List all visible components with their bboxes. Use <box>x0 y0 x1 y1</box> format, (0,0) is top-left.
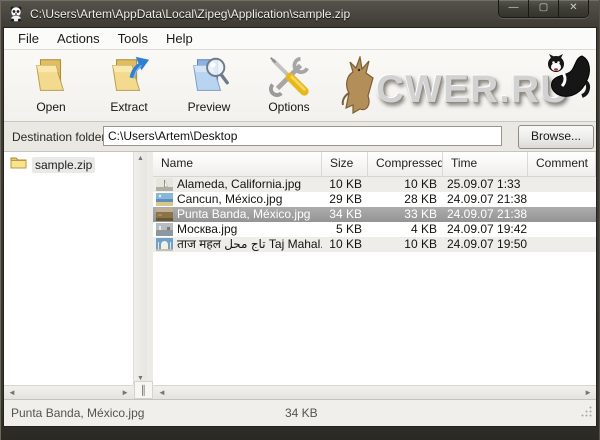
browse-button[interactable]: Browse... <box>518 125 594 149</box>
open-label: Open <box>12 100 90 114</box>
minimize-button[interactable]: — <box>499 0 529 17</box>
file-compressed: 10 KB <box>368 177 443 192</box>
alameda-thumbnail <box>156 178 173 191</box>
extract-folder-icon <box>106 53 152 99</box>
file-size: 5 KB <box>322 222 368 237</box>
client-area: File Actions Tools Help Open <box>4 28 596 426</box>
file-comment <box>528 237 596 252</box>
moskva-thumbnail <box>156 223 173 236</box>
column-header-name[interactable]: Name <box>153 152 322 176</box>
file-list: Name Size Compressed Time Comment <box>153 152 596 385</box>
column-header-time[interactable]: Time <box>443 152 528 176</box>
window-title: C:\Users\Artem\AppData\Local\Zipeg\Appli… <box>30 7 350 21</box>
column-header-comment[interactable]: Comment <box>528 152 596 176</box>
tree-vertical-scrollbar[interactable]: ▲ ▼ <box>133 152 147 385</box>
extract-button[interactable]: Extract <box>90 53 168 119</box>
table-row[interactable]: Москва.jpg 5 KB 4 KB 24.09.07 19:42 <box>153 222 596 237</box>
file-size: 34 KB <box>322 207 368 222</box>
file-size: 10 KB <box>322 177 368 192</box>
destination-bar: Destination folder: Browse... <box>4 122 596 152</box>
file-name: Alameda, California.jpg <box>177 177 301 192</box>
table-row[interactable]: Cancun, México.jpg 29 KB 28 KB 24.09.07 … <box>153 192 596 207</box>
punta-banda-thumbnail <box>156 208 173 221</box>
menu-help[interactable]: Help <box>157 28 202 49</box>
preview-folder-icon <box>186 53 232 99</box>
file-name: Cancun, México.jpg <box>177 192 282 207</box>
title-bar[interactable]: C:\Users\Artem\AppData\Local\Zipeg\Appli… <box>0 0 600 28</box>
file-compressed: 10 KB <box>368 237 443 252</box>
scroll-left-icon[interactable]: ◄ <box>8 386 16 399</box>
file-name: Москва.jpg <box>177 222 237 237</box>
column-header-size[interactable]: Size <box>322 152 368 176</box>
file-comment <box>528 207 596 222</box>
preview-button[interactable]: Preview <box>170 53 248 119</box>
table-row[interactable]: ताज महल تاج محل Taj Mahal.jpg 10 KB 10 K… <box>153 237 596 252</box>
file-time: 25.09.07 1:33 <box>443 177 528 192</box>
file-compressed: 33 KB <box>368 207 443 222</box>
file-compressed: 4 KB <box>368 222 443 237</box>
tree-item-sample-zip[interactable]: sample.zip <box>10 155 95 174</box>
app-window: C:\Users\Artem\AppData\Local\Zipeg\Appli… <box>0 0 600 440</box>
tools-icon <box>266 53 312 99</box>
maximize-button[interactable]: ▢ <box>529 0 559 17</box>
file-comment <box>528 177 596 192</box>
tree-horizontal-scrollbar[interactable]: ◄ ► <box>4 385 133 399</box>
folder-icon <box>10 155 27 174</box>
file-time: 24.09.07 19:50 <box>443 237 528 252</box>
list-header: Name Size Compressed Time Comment <box>153 152 596 177</box>
window-controls: — ▢ ✕ <box>498 0 589 18</box>
bottom-scrollbar-row: ◄ ► ║ ◄ ► <box>4 385 596 399</box>
file-compressed: 28 KB <box>368 192 443 207</box>
file-time: 24.09.07 21:38 <box>443 207 528 222</box>
file-name: Punta Banda, México.jpg <box>177 207 310 222</box>
main-area: sample.zip ▲ ▼ Name Size Compressed Time… <box>4 152 596 385</box>
file-comment <box>528 192 596 207</box>
zipeg-panda-icon <box>8 6 24 22</box>
cwer-ru-logo: CWER.RU <box>338 54 592 118</box>
file-comment <box>528 222 596 237</box>
status-selected-size: 34 KB <box>285 406 318 420</box>
toolbar: Open Extract <box>4 50 596 122</box>
menu-actions[interactable]: Actions <box>48 28 109 49</box>
column-header-compressed[interactable]: Compressed <box>368 152 443 176</box>
splitter-grip[interactable]: ║ <box>134 381 153 399</box>
file-time: 24.09.07 21:38 <box>443 192 528 207</box>
open-button[interactable]: Open <box>12 53 90 119</box>
close-button[interactable]: ✕ <box>559 0 588 17</box>
open-folder-icon <box>28 53 74 99</box>
coyote-icon <box>340 56 378 119</box>
destination-input[interactable] <box>103 126 502 146</box>
menu-bar: File Actions Tools Help <box>4 28 596 50</box>
preview-label: Preview <box>170 100 248 114</box>
scroll-right-icon[interactable]: ► <box>121 386 129 399</box>
archive-tree: sample.zip <box>4 152 133 385</box>
cancun-thumbnail <box>156 193 173 206</box>
options-label: Options <box>250 100 328 114</box>
file-size: 10 KB <box>322 237 368 252</box>
status-bar: Punta Banda, México.jpg 34 KB <box>4 399 596 426</box>
status-selected-file: Punta Banda, México.jpg <box>11 406 144 420</box>
scroll-up-icon[interactable]: ▲ <box>134 155 147 162</box>
file-time: 24.09.07 19:42 <box>443 222 528 237</box>
menu-tools[interactable]: Tools <box>109 28 157 49</box>
scroll-right-icon[interactable]: ► <box>584 386 592 399</box>
tree-item-label: sample.zip <box>32 157 95 173</box>
extract-label: Extract <box>90 100 168 114</box>
resize-grip-icon[interactable] <box>580 405 593 423</box>
list-horizontal-scrollbar[interactable]: ◄ ► <box>154 385 596 399</box>
menu-file[interactable]: File <box>9 28 48 49</box>
file-name: ताज महल تاج محل Taj Mahal.jpg <box>177 237 322 252</box>
table-row[interactable]: Alameda, California.jpg 10 KB 10 KB 25.0… <box>153 177 596 192</box>
cat-icon <box>538 52 592 109</box>
taj-mahal-thumbnail <box>156 238 173 251</box>
destination-label: Destination folder: <box>12 130 109 144</box>
scroll-left-icon[interactable]: ◄ <box>158 386 166 399</box>
options-button[interactable]: Options <box>250 53 328 119</box>
file-size: 29 KB <box>322 192 368 207</box>
table-row-selected[interactable]: Punta Banda, México.jpg 34 KB 33 KB 24.0… <box>153 207 596 222</box>
